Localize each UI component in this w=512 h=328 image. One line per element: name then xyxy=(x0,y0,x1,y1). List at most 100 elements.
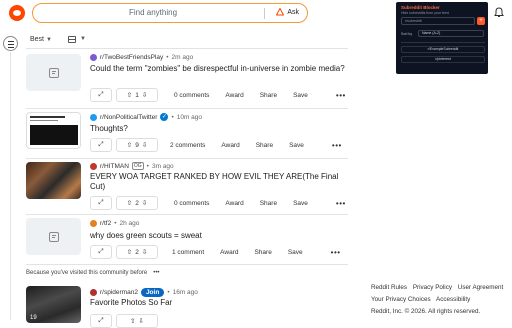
vote-control: ⇧ ⇩ xyxy=(116,314,158,328)
save-button[interactable]: Save xyxy=(288,249,303,256)
comments-button[interactable]: 1 comment xyxy=(172,249,204,256)
post-thumbnail[interactable] xyxy=(26,112,81,149)
sort-dropdown[interactable]: Best ▼ xyxy=(30,36,52,43)
subreddit-link[interactable]: r/tf2 xyxy=(100,220,111,227)
vote-count: 2 xyxy=(135,248,139,256)
search-bar[interactable]: Find anything Ask xyxy=(32,3,308,23)
downvote-icon[interactable]: ⇩ xyxy=(139,317,144,325)
verified-badge-icon: ✓ xyxy=(160,113,169,121)
post-title[interactable]: why does green scouts = sweat xyxy=(90,231,348,241)
extension-sort-select[interactable]: Name (A-Z) xyxy=(418,30,484,37)
feed-post[interactable]: r/tf2 • 2h ago why does green scouts = s… xyxy=(26,216,348,264)
text-post-icon xyxy=(48,231,59,242)
post-title[interactable]: Could the term "zombies" be disrespectfu… xyxy=(90,64,348,74)
blocked-subreddit-item[interactable]: r/pinterest xyxy=(401,56,485,63)
feed-post[interactable]: r/HITMAN OG • 3m ago EVERY WOA TARGET RA… xyxy=(26,160,348,212)
upvote-icon[interactable]: ⇧ xyxy=(127,141,132,149)
footer-link[interactable]: Reddit Rules xyxy=(371,284,407,291)
expand-button[interactable]: ⤢ xyxy=(90,245,112,259)
subreddit-icon xyxy=(90,289,97,296)
save-button[interactable]: Save xyxy=(293,200,308,207)
subreddit-link[interactable]: r/HITMAN xyxy=(100,163,129,170)
view-dropdown[interactable]: ▼ xyxy=(67,35,86,43)
subreddit-icon xyxy=(90,113,97,121)
post-thumbnail[interactable] xyxy=(26,162,81,199)
subreddit-icon xyxy=(90,162,97,170)
downvote-icon[interactable]: ⇩ xyxy=(142,141,147,149)
comments-button[interactable]: 0 comments xyxy=(174,200,209,207)
upvote-icon[interactable]: ⇧ xyxy=(127,199,132,207)
blocked-subreddit-item[interactable]: r/ExampleSubreddit xyxy=(401,46,485,53)
gallery-count: 19 xyxy=(30,315,37,321)
copyright-text: Reddit, Inc. © 2026. All rights reserved… xyxy=(371,308,481,315)
more-options-button[interactable]: ••• xyxy=(332,141,342,150)
post-meta: r/NonPoliticalTwitter ✓ • 10m ago xyxy=(90,113,202,121)
feed-post[interactable]: 19 r/spiderman2 Join • 16m ago Favorite … xyxy=(26,284,348,328)
feed-post[interactable]: r/NonPoliticalTwitter ✓ • 10m ago Though… xyxy=(26,110,348,158)
expand-button[interactable]: ⤢ xyxy=(90,138,112,152)
more-options-button[interactable]: ••• xyxy=(331,248,341,257)
share-button[interactable]: Share xyxy=(254,249,271,256)
comments-button[interactable]: 0 comments xyxy=(174,92,209,99)
expand-button[interactable]: ⤢ xyxy=(90,88,112,102)
award-button[interactable]: Award xyxy=(221,142,239,149)
search-input[interactable]: Find anything xyxy=(33,8,273,17)
post-thumbnail[interactable] xyxy=(26,54,81,91)
card-view-icon xyxy=(67,35,76,43)
menu-toggle-button[interactable] xyxy=(3,36,18,51)
join-button[interactable]: Join xyxy=(140,288,165,297)
post-title[interactable]: Thoughts? xyxy=(90,124,348,134)
post-thumbnail[interactable]: 19 xyxy=(26,286,81,323)
vote-control: ⇧ 1 ⇩ xyxy=(116,88,158,102)
expand-button[interactable]: ⤢ xyxy=(90,196,112,210)
ask-sparkle-icon xyxy=(276,8,285,16)
award-button[interactable]: Award xyxy=(220,249,238,256)
upvote-icon[interactable]: ⇧ xyxy=(127,91,132,99)
ask-button[interactable]: Ask xyxy=(276,8,299,16)
subreddit-link[interactable]: r/TwoBestFriendsPlay xyxy=(100,54,163,61)
upvote-icon[interactable]: ⇧ xyxy=(127,248,132,256)
downvote-icon[interactable]: ⇩ xyxy=(142,248,147,256)
downvote-icon[interactable]: ⇩ xyxy=(142,199,147,207)
subreddit-input[interactable]: r/subreddit xyxy=(401,17,475,25)
extension-subtitle: Hide subreddits from your feed xyxy=(401,11,449,15)
vote-count: 2 xyxy=(135,199,139,207)
expand-icon: ⤢ xyxy=(98,141,104,148)
upvote-icon[interactable]: ⇧ xyxy=(130,317,135,325)
feed-sort-bar: Best ▼ ▼ xyxy=(30,32,86,46)
save-button[interactable]: Save xyxy=(289,142,304,149)
expand-icon: ⤢ xyxy=(98,91,104,98)
reddit-logo-icon[interactable] xyxy=(9,5,25,21)
footer-link[interactable]: Accessibility xyxy=(436,296,470,303)
more-options-button[interactable]: ••• xyxy=(336,91,346,100)
add-subreddit-button[interactable]: + xyxy=(477,17,485,25)
footer-link[interactable]: Privacy Policy xyxy=(413,284,452,291)
expand-button[interactable]: ⤢ xyxy=(90,314,112,328)
user-flair: OG xyxy=(131,162,144,170)
post-time: 10m ago xyxy=(176,113,203,121)
recommendation-text: Because you've visited this community be… xyxy=(26,270,148,276)
subreddit-link[interactable]: r/spiderman2 xyxy=(100,289,138,296)
recommendation-reason: Because you've visited this community be… xyxy=(26,270,160,276)
save-button[interactable]: Save xyxy=(293,92,308,99)
notification-bell-icon[interactable] xyxy=(494,7,504,18)
footer-link[interactable]: User Agreement xyxy=(458,284,504,291)
post-title[interactable]: EVERY WOA TARGET RANKED BY HOW EVIL THEY… xyxy=(90,172,348,192)
downvote-icon[interactable]: ⇩ xyxy=(142,91,147,99)
comments-button[interactable]: 2 comments xyxy=(170,142,205,149)
share-button[interactable]: Share xyxy=(260,200,277,207)
post-time: 16m ago xyxy=(172,289,198,296)
feed-post[interactable]: r/TwoBestFriendsPlay • 2m ago Could the … xyxy=(26,52,348,104)
more-options-button[interactable]: ••• xyxy=(153,270,159,276)
vote-count: 9 xyxy=(135,141,139,149)
chevron-down-icon: ▼ xyxy=(46,36,52,43)
subreddit-link[interactable]: r/NonPoliticalTwitter xyxy=(100,114,157,121)
share-button[interactable]: Share xyxy=(256,142,273,149)
post-thumbnail[interactable] xyxy=(26,218,81,255)
post-title[interactable]: Favorite Photos So Far xyxy=(90,298,348,308)
more-options-button[interactable]: ••• xyxy=(336,199,346,208)
award-button[interactable]: Award xyxy=(225,200,243,207)
share-button[interactable]: Share xyxy=(260,92,277,99)
award-button[interactable]: Award xyxy=(225,92,243,99)
footer-link[interactable]: Your Privacy Choices xyxy=(371,296,431,303)
